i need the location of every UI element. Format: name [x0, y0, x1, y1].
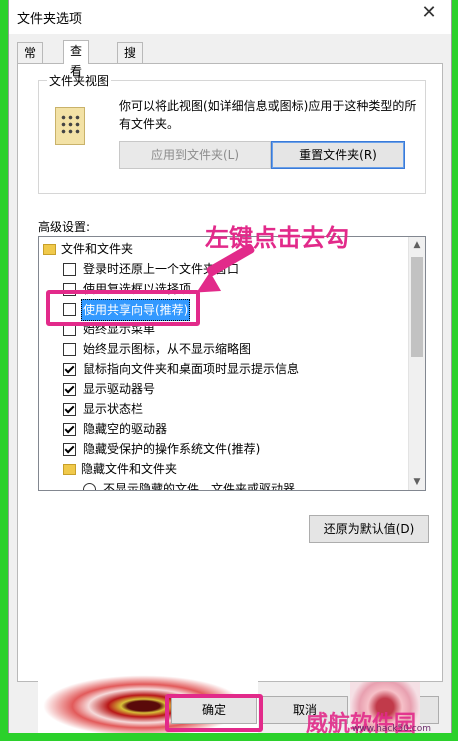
- view-tab-panel: 文件夹视图 你可以将此视图(如详细信息或图标)应用于这种类型的所有文件夹。 应用…: [17, 63, 443, 733]
- window-title: 文件夹选项: [17, 12, 83, 27]
- tab-general[interactable]: 常规: [17, 42, 44, 80]
- folder-options-dialog: 文件夹选项 ✕ 常规 查看 搜索 文件夹视图 你可以将此视图(如详细信息或图标)…: [8, 0, 452, 733]
- title-bar: 文件夹选项 ✕: [9, 0, 451, 34]
- checkbox[interactable]: [63, 343, 76, 356]
- setting-label: 显示状态栏: [83, 402, 144, 416]
- annotation-callout: 左键点击去勾: [205, 223, 349, 252]
- checkbox[interactable]: [63, 423, 76, 436]
- setting-label: 不显示隐藏的文件、文件夹或驱动器: [103, 482, 296, 491]
- tab-search[interactable]: 搜索: [117, 42, 144, 80]
- restore-defaults-button[interactable]: 还原为默认值(D): [309, 515, 429, 543]
- folder-views-group: 文件夹视图 你可以将此视图(如详细信息或图标)应用于这种类型的所有文件夹。 应用…: [38, 72, 426, 194]
- advanced-settings-tree[interactable]: 文件和文件夹 登录时还原上一个文件夹窗口 使用复选框以选择项 使用共享向导(推荐…: [38, 236, 426, 491]
- tree-scrollbar[interactable]: ▲ ▼: [408, 237, 425, 490]
- highlight-box-sharing-wizard: [46, 290, 200, 326]
- checkbox[interactable]: [63, 403, 76, 416]
- highlight-box-ok-button: [165, 694, 263, 732]
- checkbox[interactable]: [63, 383, 76, 396]
- setting-label: 鼠标指向文件夹和桌面项时显示提示信息: [83, 362, 300, 376]
- setting-label: 隐藏空的驱动器: [83, 422, 168, 436]
- reset-folders-button[interactable]: 重置文件夹(R): [271, 141, 405, 169]
- watermark-url: www.hack50.com: [352, 724, 432, 734]
- setting-label: 始终显示图标，从不显示缩略图: [83, 342, 252, 356]
- tab-view[interactable]: 查看: [63, 40, 90, 78]
- folder-icon: [43, 244, 56, 255]
- checkbox[interactable]: [63, 363, 76, 376]
- setting-label: 隐藏受保护的操作系统文件(推荐): [83, 442, 261, 456]
- radio-button[interactable]: [83, 483, 96, 490]
- checkbox[interactable]: [63, 443, 76, 456]
- tree-item-label: 文件和文件夹: [61, 242, 134, 256]
- folder-icon: [63, 464, 76, 475]
- checkbox[interactable]: [63, 263, 76, 276]
- folder-views-description: 你可以将此视图(如详细信息或图标)应用于这种类型的所有文件夹。: [119, 99, 417, 131]
- tree-item-label: 隐藏文件和文件夹: [81, 462, 178, 476]
- advanced-settings-label: 高级设置:: [38, 220, 91, 234]
- scroll-down-icon[interactable]: ▼: [409, 474, 425, 490]
- setting-label: 显示驱动器号: [83, 382, 156, 396]
- close-icon[interactable]: ✕: [417, 2, 441, 24]
- folder-view-icon: [55, 107, 85, 145]
- scroll-up-icon[interactable]: ▲: [409, 237, 425, 253]
- scroll-thumb[interactable]: [411, 257, 423, 357]
- apply-to-folders-button[interactable]: 应用到文件夹(L): [119, 141, 271, 169]
